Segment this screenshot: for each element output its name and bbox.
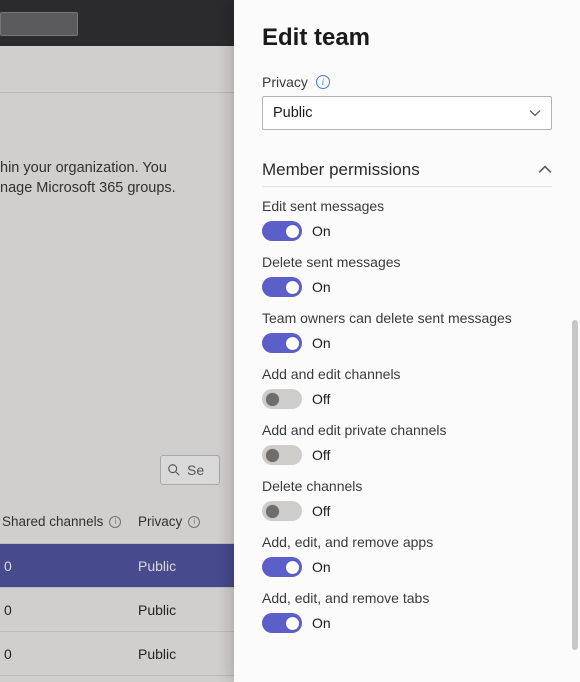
toggle-state-label: On xyxy=(312,615,331,631)
scrollbar-thumb[interactable] xyxy=(572,320,578,650)
toggle-knob xyxy=(286,225,299,238)
permission-toggle-row: On xyxy=(262,333,552,353)
toggle-switch[interactable] xyxy=(262,221,302,241)
permission-toggle-row: Off xyxy=(262,389,552,409)
toggle-switch[interactable] xyxy=(262,501,302,521)
toggle-state-label: On xyxy=(312,223,331,239)
toggle-state-label: On xyxy=(312,559,331,575)
permission-label: Add, edit, and remove apps xyxy=(262,533,552,551)
permission-label: Delete sent messages xyxy=(262,253,552,271)
chevron-down-icon xyxy=(529,107,541,119)
toggle-state-label: Off xyxy=(312,391,330,407)
permission-toggle-row: On xyxy=(262,557,552,577)
permission-label: Delete channels xyxy=(262,477,552,495)
toggle-switch[interactable] xyxy=(262,557,302,577)
privacy-field-label-row: Privacy i xyxy=(262,74,552,90)
permission-item: Add and edit channels Off xyxy=(262,365,552,409)
permission-label: Add and edit channels xyxy=(262,365,552,383)
permission-item: Edit sent messages On xyxy=(262,197,552,241)
permission-item: Add, edit, and remove tabs On xyxy=(262,589,552,633)
toggle-knob xyxy=(266,393,279,406)
permission-item: Add, edit, and remove apps On xyxy=(262,533,552,577)
permission-item: Delete channels Off xyxy=(262,477,552,521)
chevron-up-icon xyxy=(538,163,552,177)
toggle-knob xyxy=(266,505,279,518)
permission-toggle-row: Off xyxy=(262,445,552,465)
permission-item: Add and edit private channels Off xyxy=(262,421,552,465)
info-icon[interactable]: i xyxy=(316,75,330,89)
permission-label: Team owners can delete sent messages xyxy=(262,309,552,327)
permission-toggle-row: Off xyxy=(262,501,552,521)
toggle-knob xyxy=(286,337,299,350)
privacy-select-value: Public xyxy=(273,105,313,121)
member-permissions-header[interactable]: Member permissions xyxy=(262,160,552,187)
toggle-switch[interactable] xyxy=(262,277,302,297)
toggle-state-label: On xyxy=(312,335,331,351)
toggle-knob xyxy=(266,449,279,462)
privacy-select[interactable]: Public xyxy=(262,96,552,130)
permission-label: Add and edit private channels xyxy=(262,421,552,439)
member-permissions-title: Member permissions xyxy=(262,160,420,180)
toggle-switch[interactable] xyxy=(262,389,302,409)
privacy-label: Privacy xyxy=(262,74,308,90)
permission-label: Add, edit, and remove tabs xyxy=(262,589,552,607)
panel-title: Edit team xyxy=(262,24,552,52)
permissions-list: Edit sent messagesOnDelete sent messages… xyxy=(262,197,552,633)
toggle-state-label: On xyxy=(312,279,331,295)
toggle-state-label: Off xyxy=(312,503,330,519)
toggle-knob xyxy=(286,561,299,574)
permission-label: Edit sent messages xyxy=(262,197,552,215)
permission-item: Team owners can delete sent messages On xyxy=(262,309,552,353)
edit-team-panel: Edit team Privacy i Public Member permis… xyxy=(234,0,580,682)
permission-toggle-row: On xyxy=(262,613,552,633)
toggle-knob xyxy=(286,617,299,630)
toggle-knob xyxy=(286,281,299,294)
toggle-switch[interactable] xyxy=(262,333,302,353)
permission-toggle-row: On xyxy=(262,221,552,241)
permission-item: Delete sent messages On xyxy=(262,253,552,297)
permission-toggle-row: On xyxy=(262,277,552,297)
toggle-switch[interactable] xyxy=(262,613,302,633)
toggle-switch[interactable] xyxy=(262,445,302,465)
toggle-state-label: Off xyxy=(312,447,330,463)
